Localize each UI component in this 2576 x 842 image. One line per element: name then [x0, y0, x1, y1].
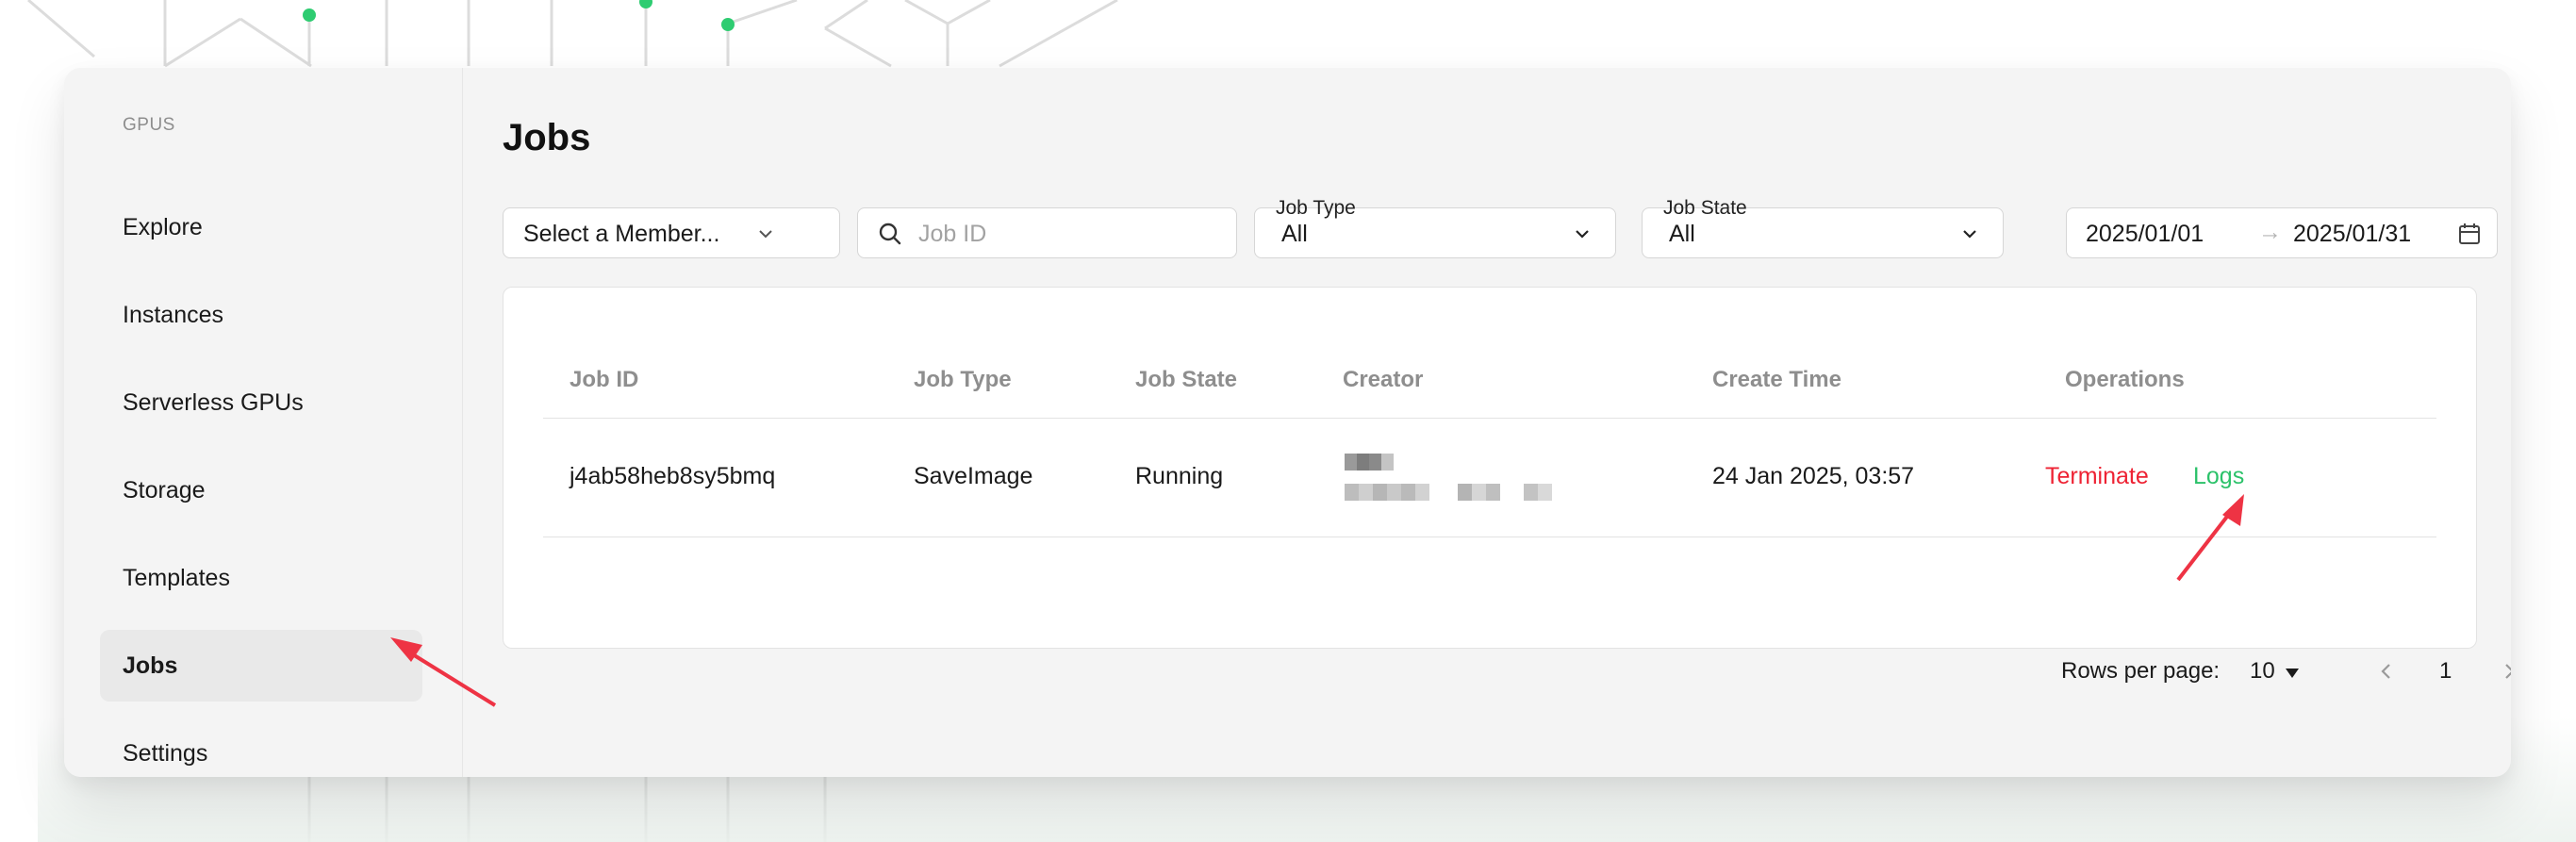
current-page[interactable]: 1 — [2439, 658, 2452, 685]
sidebar-item-jobs[interactable]: Jobs — [100, 630, 422, 702]
sidebar-item-label: Instances — [123, 301, 224, 328]
member-select-value: Select a Member... — [523, 221, 720, 247]
main-content: Jobs Select a Member... Job Type All — [463, 68, 2511, 777]
logs-button[interactable]: Logs — [2193, 463, 2244, 490]
screenshot-stage: GPUS Explore Instances Serverless GPUs S… — [0, 0, 2576, 842]
column-header-create-time: Create Time — [1712, 367, 1841, 392]
sidebar-item-storage[interactable]: Storage — [100, 454, 422, 526]
column-header-operations: Operations — [2065, 367, 2185, 392]
sidebar-item-label: Explore — [123, 213, 203, 240]
chevron-left-icon[interactable] — [2377, 660, 2396, 683]
date-range-separator: → — [2258, 219, 2282, 245]
sidebar: GPUS Explore Instances Serverless GPUs S… — [64, 68, 463, 777]
chevron-right-icon[interactable] — [2500, 660, 2511, 683]
calendar-icon[interactable] — [2457, 222, 2482, 246]
sidebar-item-label: Templates — [123, 564, 230, 591]
column-header-creator: Creator — [1343, 367, 1424, 392]
job-state-select[interactable]: Job State All — [1642, 197, 2004, 258]
date-range-start[interactable]: 2025/01/01 — [2086, 221, 2204, 248]
sidebar-item-label: Serverless GPUs — [123, 388, 304, 416]
jobs-table: Job ID Job Type Job State Creator Create… — [503, 287, 2477, 649]
job-id-search[interactable] — [857, 207, 1237, 258]
sidebar-item-instances[interactable]: Instances — [100, 279, 422, 351]
chevron-down-icon — [1576, 230, 1589, 239]
creator-avatar-redacted — [1345, 454, 1394, 471]
sidebar-item-label: Settings — [123, 739, 208, 767]
member-select[interactable]: Select a Member... — [503, 207, 840, 258]
page-title: Jobs — [503, 117, 591, 158]
sidebar-section-label: GPUS — [123, 115, 175, 135]
app-window: GPUS Explore Instances Serverless GPUs S… — [64, 68, 2511, 777]
cell-job-state: Running — [1135, 463, 1224, 489]
cell-job-id: j4ab58heb8sy5bmq — [570, 463, 776, 489]
search-icon — [879, 223, 901, 245]
date-range-picker[interactable]: 2025/01/01 → 2025/01/31 — [2066, 207, 2498, 258]
column-header-job-id: Job ID — [570, 367, 639, 392]
job-type-value: All — [1281, 221, 1308, 247]
job-state-label: Job State — [1663, 197, 1747, 219]
cell-create-time: 24 Jan 2025, 03:57 — [1712, 463, 1915, 489]
terminate-button[interactable]: Terminate — [2045, 463, 2149, 490]
rows-per-page-select[interactable]: 10 — [2250, 658, 2275, 685]
header-divider — [543, 418, 2436, 419]
job-type-label: Job Type — [1276, 197, 1356, 219]
sidebar-item-explore[interactable]: Explore — [100, 191, 422, 263]
sidebar-item-label: Storage — [123, 476, 206, 504]
column-header-job-state: Job State — [1135, 367, 1238, 392]
sidebar-item-label: Jobs — [123, 652, 178, 679]
caret-down-icon[interactable] — [2285, 668, 2300, 679]
rows-per-page-label: Rows per page: — [2061, 658, 2221, 684]
creator-name-redacted — [1345, 484, 1552, 501]
sidebar-item-serverless-gpus[interactable]: Serverless GPUs — [100, 367, 422, 438]
job-state-value: All — [1669, 221, 1695, 247]
job-type-select[interactable]: Job Type All — [1254, 197, 1616, 258]
chevron-down-icon — [759, 230, 772, 239]
job-id-input[interactable] — [916, 218, 1222, 250]
cell-job-type: SaveImage — [914, 463, 1033, 489]
sidebar-item-templates[interactable]: Templates — [100, 542, 422, 614]
chevron-down-icon — [1963, 230, 1976, 239]
date-range-end[interactable]: 2025/01/31 — [2293, 221, 2411, 248]
column-header-job-type: Job Type — [914, 367, 1012, 392]
sidebar-item-settings[interactable]: Settings — [100, 718, 422, 777]
